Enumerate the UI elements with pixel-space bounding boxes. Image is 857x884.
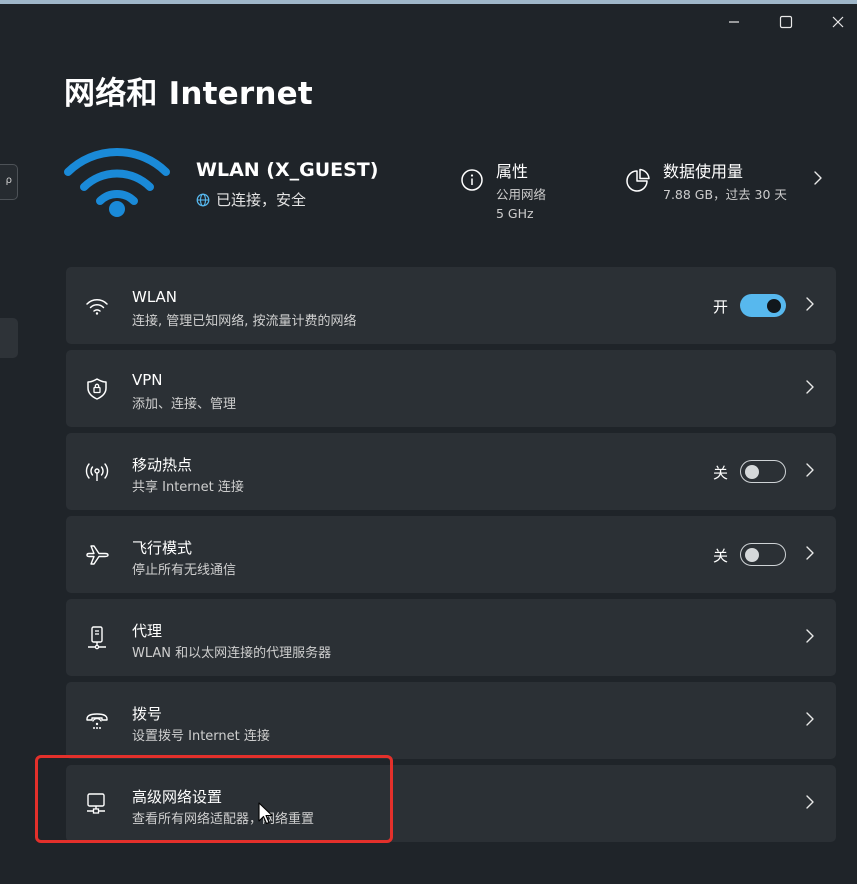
- search-box-fragment[interactable]: ρ: [0, 164, 18, 200]
- airplane-icon: [86, 545, 109, 565]
- chevron-right-icon: [806, 297, 814, 311]
- settings-card-hotspot[interactable]: 移动热点 共享 Internet 连接 关: [66, 433, 836, 510]
- search-icon: ρ: [5, 175, 12, 186]
- settings-card-airplane[interactable]: 飞行模式 停止所有无线通信 关: [66, 516, 836, 593]
- shield-icon: [87, 378, 107, 400]
- airplane-mode-toggle[interactable]: [740, 543, 786, 566]
- chevron-right-icon: [806, 380, 814, 394]
- minimize-button[interactable]: [711, 8, 757, 36]
- card-subtitle: 添加、连接、管理: [132, 397, 237, 412]
- connection-status: 已连接，安全: [196, 189, 306, 210]
- minimize-icon: [729, 21, 739, 23]
- hotspot-icon: [85, 463, 109, 481]
- maximize-button[interactable]: [763, 8, 809, 36]
- properties-link[interactable]: 属性 公用网络 5 GHz: [460, 158, 546, 223]
- data-usage-link[interactable]: 数据使用量 7.88 GB，过去 30 天: [625, 158, 787, 204]
- chevron-right-icon: [806, 795, 814, 809]
- properties-title: 属性: [496, 162, 529, 181]
- globe-icon: [196, 193, 210, 206]
- chevron-right-icon: [806, 546, 814, 560]
- info-icon: [461, 169, 483, 191]
- maximize-icon: [779, 15, 793, 29]
- pie-chart-icon: [626, 168, 650, 192]
- highlight-box: [35, 755, 393, 843]
- settings-card-dialup[interactable]: 拨号 设置拨号 Internet 连接: [66, 682, 836, 759]
- toggle-state-label: 关: [712, 464, 728, 482]
- data-usage-value: 7.88 GB，过去 30 天: [663, 187, 787, 202]
- network-profile-type: 公用网络: [496, 187, 547, 202]
- chevron-right-icon: [806, 712, 814, 726]
- sidebar-selected-item-fragment[interactable]: [0, 318, 18, 358]
- chevron-right-icon: [806, 629, 814, 643]
- card-title: 拨号: [132, 705, 163, 723]
- card-title: WLAN: [132, 288, 178, 306]
- wifi-icon: [64, 147, 170, 217]
- toggle-state-label: 关: [712, 547, 728, 565]
- toggle-state-label: 开: [712, 298, 728, 316]
- dialup-icon: [86, 713, 108, 729]
- card-title: VPN: [132, 371, 163, 389]
- network-name: WLAN (X_GUEST): [196, 159, 379, 181]
- wlan-toggle[interactable]: [740, 294, 786, 317]
- card-title: 飞行模式: [132, 539, 193, 557]
- card-subtitle: WLAN 和以太网连接的代理服务器: [132, 646, 332, 661]
- network-band: 5 GHz: [496, 206, 534, 221]
- chevron-right-icon[interactable]: [812, 170, 824, 186]
- settings-card-wlan[interactable]: WLAN 连接, 管理已知网络, 按流量计费的网络 开: [66, 267, 836, 344]
- mouse-cursor-icon: [258, 802, 273, 825]
- close-icon: [832, 16, 844, 28]
- settings-card-proxy[interactable]: 代理 WLAN 和以太网连接的代理服务器: [66, 599, 836, 676]
- card-title: 移动热点: [132, 456, 193, 474]
- card-subtitle: 设置拨号 Internet 连接: [132, 729, 270, 744]
- connection-status-text: 已连接，安全: [216, 191, 307, 209]
- hotspot-toggle[interactable]: [740, 460, 786, 483]
- card-subtitle: 停止所有无线通信: [132, 563, 237, 578]
- close-button[interactable]: [815, 8, 857, 36]
- settings-card-vpn[interactable]: VPN 添加、连接、管理: [66, 350, 836, 427]
- card-title: 代理: [132, 622, 163, 640]
- card-subtitle: 连接, 管理已知网络, 按流量计费的网络: [132, 314, 357, 329]
- window-top-edge: [0, 0, 857, 4]
- data-usage-title: 数据使用量: [663, 162, 744, 181]
- proxy-icon: [88, 626, 106, 650]
- wifi-icon: [86, 299, 108, 315]
- page-title: 网络和 Internet: [64, 76, 313, 112]
- chevron-right-icon: [806, 463, 814, 477]
- card-subtitle: 共享 Internet 连接: [132, 480, 244, 495]
